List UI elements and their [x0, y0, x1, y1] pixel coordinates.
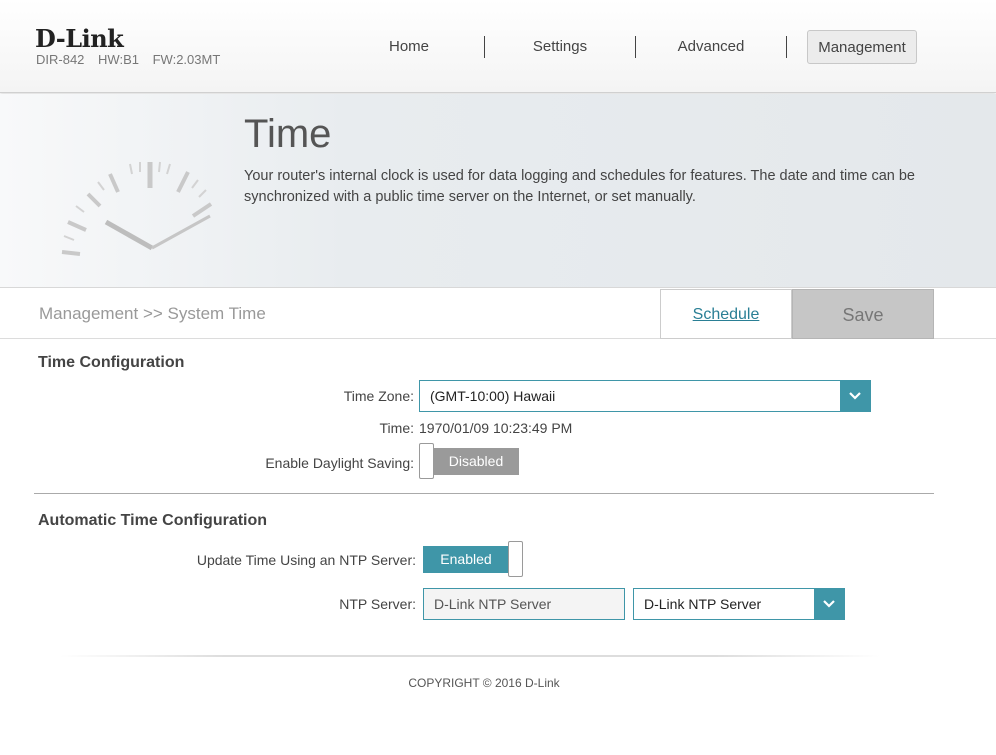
toggle-state-label: Enabled — [423, 546, 509, 573]
ntp-server-input[interactable]: D-Link NTP Server — [423, 588, 625, 620]
nav-settings[interactable]: Settings — [485, 30, 635, 64]
section-divider — [34, 493, 934, 494]
model-name: DIR-842 — [36, 52, 85, 67]
nav-separator — [786, 36, 787, 58]
top-header: D-Link DIR-842 HW:B1 FW:2.03MT Home Sett… — [0, 0, 996, 93]
firmware-version: FW:2.03MT — [152, 52, 221, 67]
page-description: Your router's internal clock is used for… — [244, 168, 915, 205]
ntp-server-select[interactable]: D-Link NTP Server — [633, 588, 845, 620]
page-hero: Time Your router's internal clock is use… — [0, 94, 996, 288]
ntp-server-select-value: D-Link NTP Server — [644, 596, 762, 612]
schedule-button[interactable]: Schedule — [660, 289, 792, 339]
ntp-update-label: Update Time Using an NTP Server: — [196, 552, 416, 568]
ntp-update-toggle[interactable]: Enabled — [423, 541, 523, 577]
footer-divider — [60, 655, 880, 657]
main-nav: Home Settings Advanced Management — [334, 30, 917, 64]
timezone-select[interactable]: (GMT-10:00) Hawaii — [419, 380, 871, 412]
device-info: DIR-842 HW:B1 FW:2.03MT — [36, 52, 230, 67]
toggle-state-label: Disabled — [433, 448, 519, 475]
ntp-server-label: NTP Server: — [339, 596, 416, 612]
breadcrumb-bar: Management >> System Time Schedule Save — [0, 289, 996, 339]
nav-home[interactable]: Home — [334, 30, 484, 64]
dlink-logo: D-Link — [35, 24, 124, 53]
nav-management[interactable]: Management — [807, 30, 917, 64]
clock-icon — [61, 161, 213, 256]
page-title: Time — [244, 112, 332, 156]
current-time: 1970/01/09 10:23:49 PM — [419, 420, 573, 436]
hardware-version: HW:B1 — [98, 52, 139, 67]
daylight-saving-label: Enable Daylight Saving: — [265, 455, 414, 471]
section-title-auto-config: Automatic Time Configuration — [38, 512, 268, 529]
section-title-time-config: Time Configuration — [38, 354, 185, 371]
time-label: Time: — [379, 420, 414, 436]
toggle-knob[interactable] — [419, 443, 434, 479]
chevron-down-icon[interactable] — [814, 589, 844, 619]
daylight-saving-toggle[interactable]: Disabled — [419, 443, 520, 479]
toggle-knob[interactable] — [508, 541, 523, 577]
timezone-label: Time Zone: — [343, 388, 414, 404]
copyright: COPYRIGHT © 2016 D-Link — [408, 676, 560, 690]
nav-advanced[interactable]: Advanced — [636, 30, 786, 64]
timezone-value: (GMT-10:00) Hawaii — [430, 388, 556, 404]
chevron-down-icon[interactable] — [840, 381, 870, 411]
breadcrumb: Management >> System Time — [39, 304, 266, 323]
save-button[interactable]: Save — [792, 289, 934, 339]
